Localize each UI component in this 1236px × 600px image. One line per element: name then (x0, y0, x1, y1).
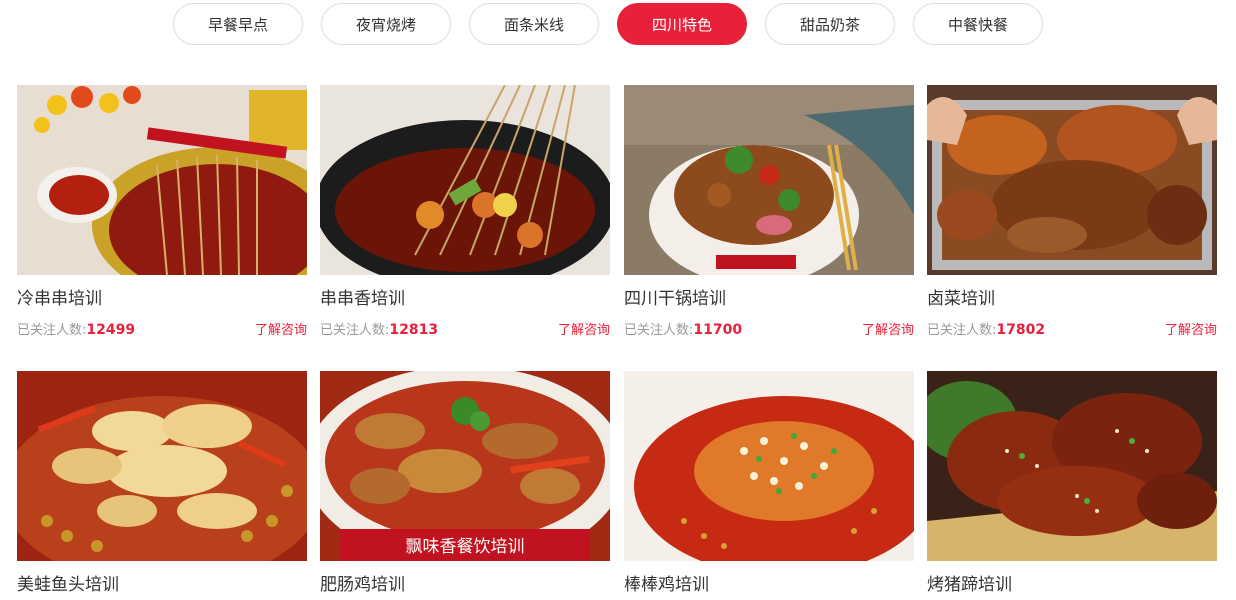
course-title[interactable]: 烤猪蹄培训 (927, 573, 1217, 597)
course-card-chuanchuan[interactable]: 串串香培训 已关注人数:12813 了解咨询 (320, 85, 610, 338)
follow-count: 17802 (996, 321, 1046, 338)
course-meta: 已关注人数:11700 了解咨询 (624, 318, 914, 338)
follow-count: 11700 (693, 321, 743, 338)
course-title[interactable]: 美蛙鱼头培训 (17, 573, 307, 597)
consult-link[interactable]: 了解咨询 (255, 319, 307, 338)
course-meta: 已关注人数:12499 了解咨询 (17, 318, 307, 338)
follow-stat: 已关注人数:11700 (624, 319, 742, 338)
follow-label: 已关注人数: (17, 322, 87, 338)
bangbang-chicken-photo (624, 371, 914, 561)
course-title[interactable]: 肥肠鸡培训 (320, 573, 610, 597)
cold-skewers-photo (17, 85, 307, 275)
chuanchuan-photo (320, 85, 610, 275)
course-title[interactable]: 冷串串培训 (17, 287, 307, 311)
course-image[interactable] (17, 371, 307, 561)
braised-dishes-photo (927, 85, 1217, 275)
course-card-intestine-chicken[interactable]: 飘味香餐饮培训 肥肠鸡培训 (320, 371, 610, 597)
follow-count: 12499 (86, 321, 136, 338)
course-image[interactable] (17, 85, 307, 275)
course-card-sichuan-dry-pot[interactable]: 四川干锅培训 已关注人数:11700 了解咨询 (624, 85, 914, 338)
consult-link[interactable]: 了解咨询 (862, 319, 914, 338)
intestine-chicken-photo: 飘味香餐饮培训 (320, 371, 610, 561)
course-card-braised-dishes[interactable]: 卤菜培训 已关注人数:17802 了解咨询 (927, 85, 1217, 338)
course-grid: 冷串串培训 已关注人数:12499 了解咨询 串串香培训 已关注人数:12813… (0, 0, 1236, 600)
course-title[interactable]: 四川干锅培训 (624, 287, 914, 311)
course-card-cold-skewers[interactable]: 冷串串培训 已关注人数:12499 了解咨询 (17, 85, 307, 338)
dry-pot-photo (624, 85, 914, 275)
course-image[interactable] (624, 85, 914, 275)
follow-stat: 已关注人数:12499 (17, 319, 135, 338)
follow-stat: 已关注人数:12813 (320, 319, 438, 338)
frog-fish-head-photo (17, 371, 307, 561)
course-meta: 已关注人数:12813 了解咨询 (320, 318, 610, 338)
follow-label: 已关注人数: (624, 322, 694, 338)
restaurant-banner: 飘味香餐饮培训 (406, 537, 525, 557)
course-image[interactable] (927, 371, 1217, 561)
course-card-frog-fish-head[interactable]: 美蛙鱼头培训 (17, 371, 307, 597)
course-card-roast-trotters[interactable]: 烤猪蹄培训 (927, 371, 1217, 597)
follow-label: 已关注人数: (927, 322, 997, 338)
course-title[interactable]: 卤菜培训 (927, 287, 1217, 311)
follow-count: 12813 (389, 321, 439, 338)
course-image[interactable] (624, 371, 914, 561)
follow-stat: 已关注人数:17802 (927, 319, 1045, 338)
course-title[interactable]: 棒棒鸡培训 (624, 573, 914, 597)
course-image[interactable] (320, 85, 610, 275)
consult-link[interactable]: 了解咨询 (558, 319, 610, 338)
course-image[interactable]: 飘味香餐饮培训 (320, 371, 610, 561)
consult-link[interactable]: 了解咨询 (1165, 319, 1217, 338)
follow-label: 已关注人数: (320, 322, 390, 338)
course-card-bangbang-chicken[interactable]: 棒棒鸡培训 (624, 371, 914, 597)
roast-trotters-photo (927, 371, 1217, 561)
course-title[interactable]: 串串香培训 (320, 287, 610, 311)
course-image[interactable] (927, 85, 1217, 275)
course-meta: 已关注人数:17802 了解咨询 (927, 318, 1217, 338)
